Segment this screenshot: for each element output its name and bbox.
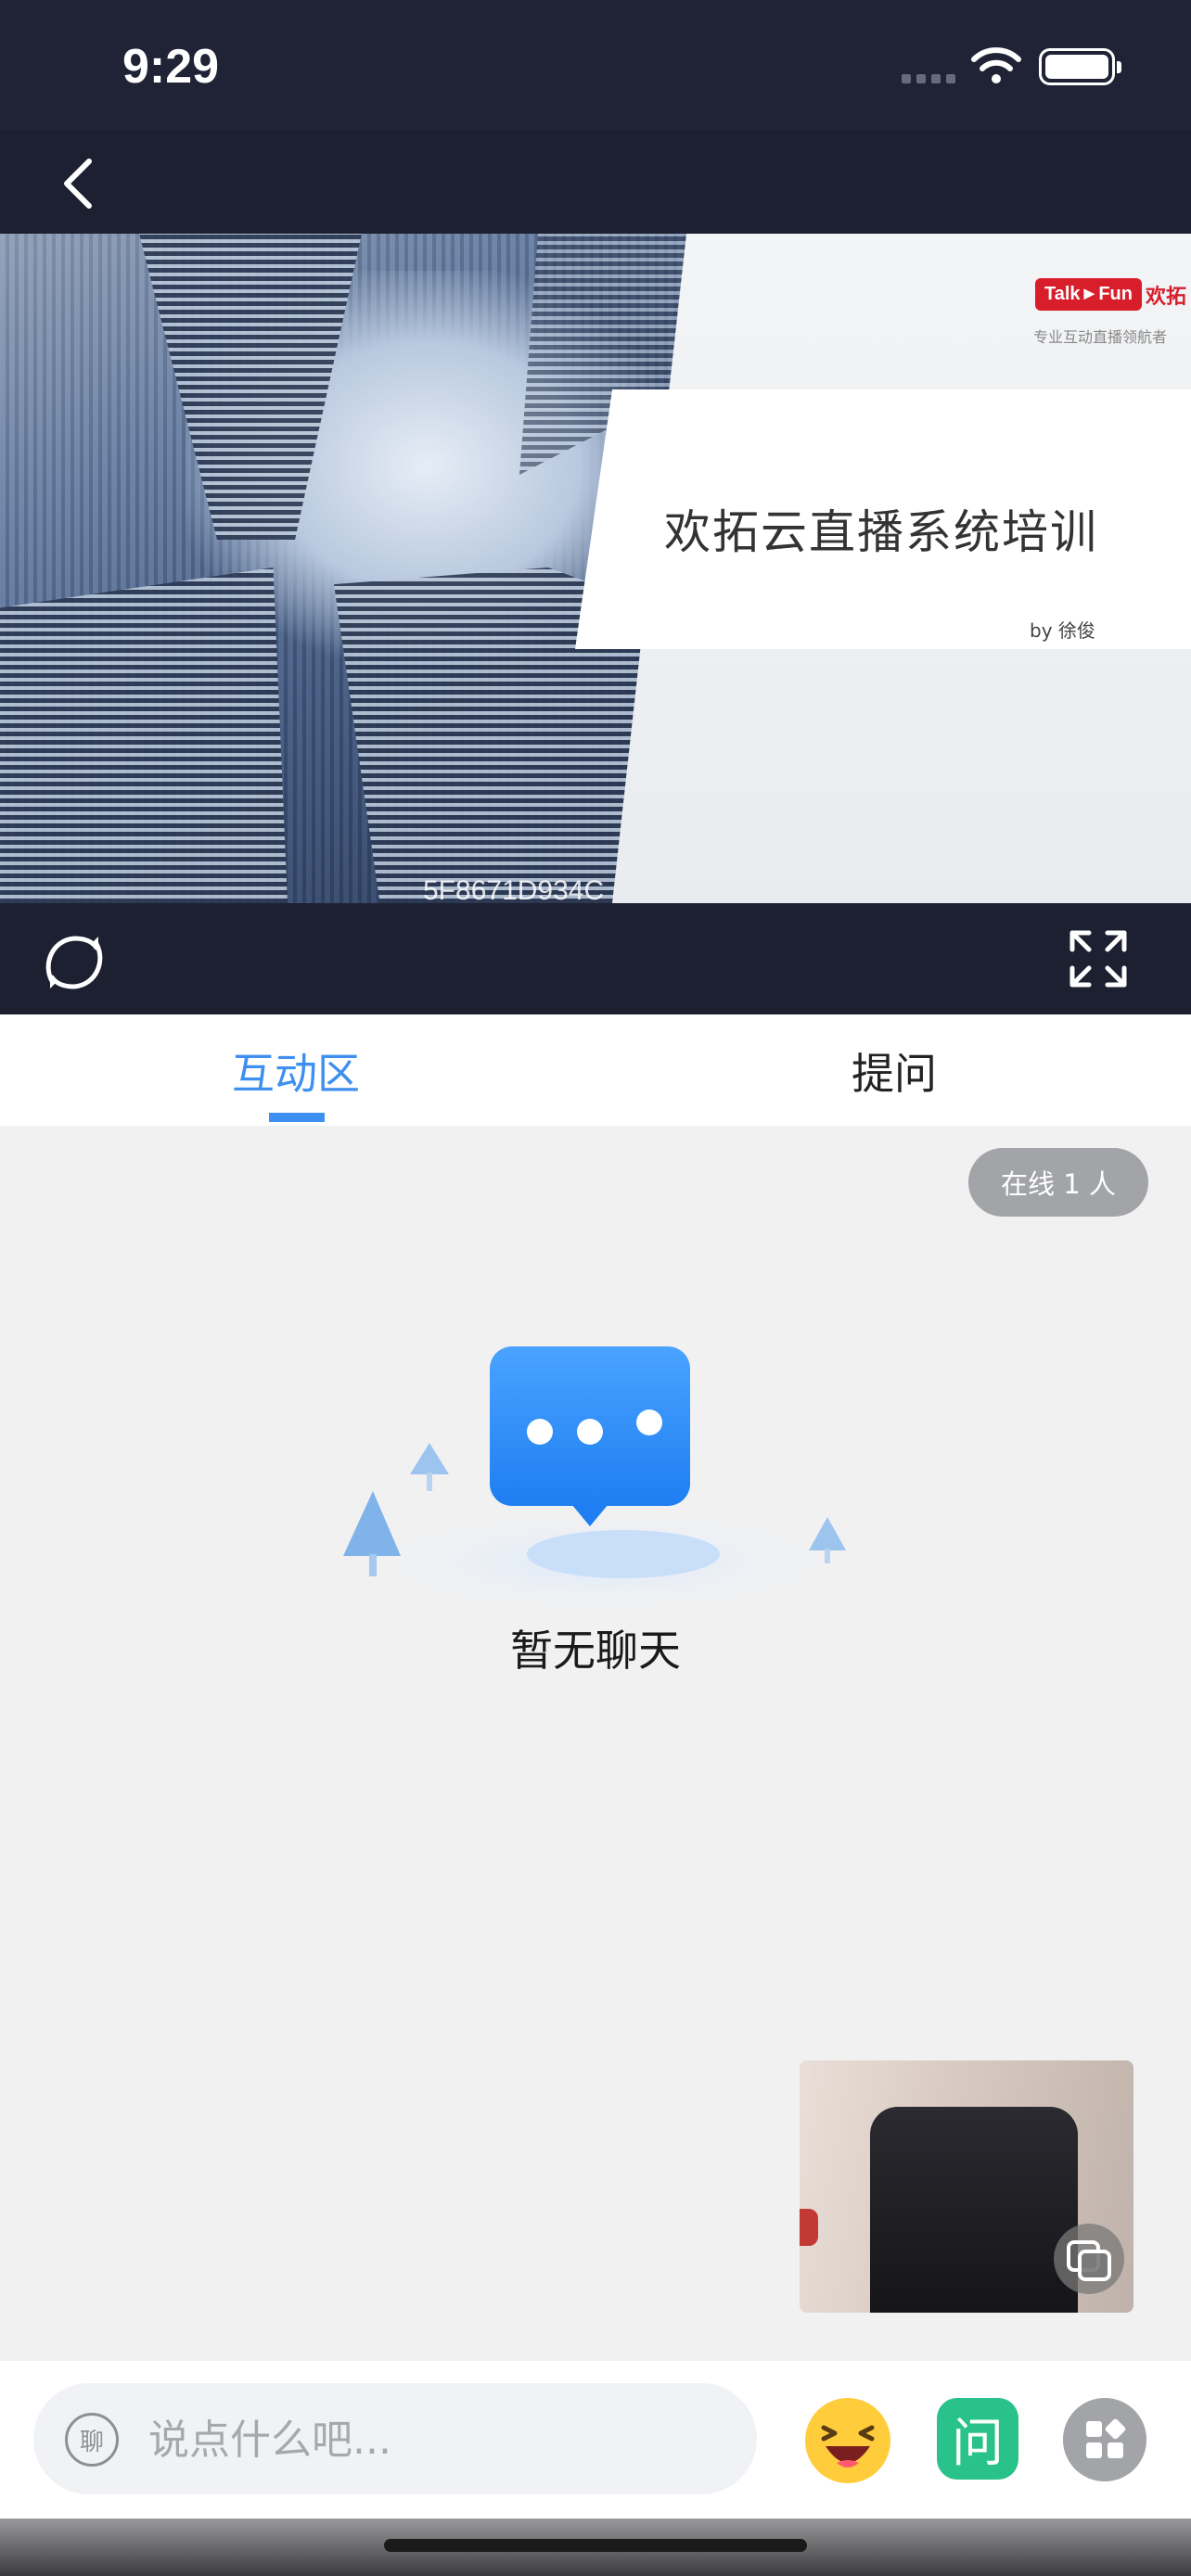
- rotate-icon[interactable]: [39, 927, 109, 998]
- tab-indicator: [269, 1113, 325, 1122]
- video-player[interactable]: Talk►Fun 欢拓 专业互动直播领航者 欢拓云直播系统培训 by 徐俊 5F…: [0, 234, 1191, 903]
- online-count-badge: 在线 1 人: [968, 1148, 1148, 1217]
- talkfun-logo: Talk►Fun 欢拓: [1035, 278, 1186, 311]
- fullscreen-icon[interactable]: [1065, 925, 1132, 992]
- chat-input-bar: 聊 问: [0, 2361, 1191, 2519]
- logo-badge: Talk►Fun: [1035, 278, 1142, 311]
- nav-bar: [0, 130, 1191, 234]
- slide-title: 欢拓云直播系统培训: [664, 505, 1098, 559]
- battery-icon: [1039, 48, 1121, 85]
- logo-subtitle: 专业互动直播领航者: [1033, 328, 1168, 346]
- tab-interaction[interactable]: 互动区: [232, 1040, 360, 1102]
- wifi-icon: [971, 47, 1021, 83]
- slide-author: by 徐俊: [1030, 619, 1095, 642]
- logo-text: 欢拓: [1145, 285, 1186, 309]
- chat-input-container: 聊: [33, 2383, 757, 2494]
- empty-chat-text: 暂无聊天: [510, 1626, 681, 1676]
- chat-mode-icon[interactable]: 聊: [65, 2413, 119, 2467]
- chat-area: 在线 1 人 暂无聊天: [0, 1126, 1191, 2361]
- back-icon[interactable]: [48, 150, 113, 215]
- tab-bar: 互动区 提问: [0, 1014, 1191, 1126]
- ask-question-button[interactable]: 问: [937, 2398, 1018, 2480]
- status-bar: 9:29: [0, 0, 1191, 130]
- status-time: 9:29: [122, 40, 220, 94]
- chat-input[interactable]: [148, 2407, 724, 2472]
- tab-questions[interactable]: 提问: [852, 1040, 937, 1102]
- home-indicator[interactable]: [384, 2539, 807, 2552]
- camera-preview[interactable]: [800, 2060, 1133, 2313]
- cellular-signal-icon: [902, 74, 955, 83]
- emoji-icon[interactable]: [803, 2396, 892, 2485]
- video-controls: [0, 903, 1191, 1014]
- chat-bubble-icon: [343, 1346, 846, 1613]
- apps-grid-icon[interactable]: [1063, 2398, 1146, 2481]
- video-watermark: 5F8671D934C: [423, 875, 605, 903]
- camera-switch-icon[interactable]: [1054, 2224, 1124, 2294]
